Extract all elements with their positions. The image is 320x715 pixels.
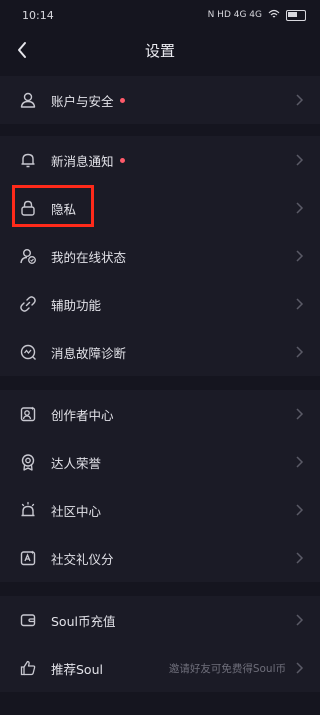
creator-icon — [18, 404, 38, 424]
battery-icon — [286, 9, 306, 21]
wifi-icon — [268, 9, 280, 22]
section-general: 新消息通知 隐私 我的在线状态 辅助功能 消息故障诊断 — [0, 136, 320, 376]
chevron-right-icon — [296, 456, 304, 468]
section-community: 创作者中心 达人荣誉 社区中心 社交礼仪分 — [0, 390, 320, 582]
settings-item-label: 隐私 — [51, 201, 77, 217]
person-icon — [18, 90, 38, 110]
status-bar: 10:14 N HD 4G 4G — [0, 0, 320, 30]
bell-icon — [18, 150, 38, 170]
invite-hint: 邀请好友可免费得Soul币 — [168, 662, 286, 675]
settings-item-privacy[interactable]: 隐私 — [0, 184, 320, 232]
lock-icon — [18, 198, 38, 218]
medal-icon — [18, 452, 38, 472]
settings-item-notifications[interactable]: 新消息通知 — [0, 136, 320, 184]
settings-item-message-diagnosis[interactable]: 消息故障诊断 — [0, 328, 320, 376]
chevron-right-icon — [296, 154, 304, 166]
settings-item-creator-center[interactable]: 创作者中心 — [0, 390, 320, 438]
chevron-right-icon — [296, 250, 304, 262]
section-account: 账户与安全 — [0, 76, 320, 124]
settings-item-label: 推荐Soul — [51, 661, 103, 677]
etiquette-icon — [18, 548, 38, 568]
status-indicators: N HD 4G 4G — [207, 10, 262, 20]
back-button[interactable] — [10, 38, 34, 62]
settings-item-accessibility[interactable]: 辅助功能 — [0, 280, 320, 328]
chevron-right-icon — [296, 298, 304, 310]
nav-bar: 设置 — [0, 30, 320, 70]
chevron-right-icon — [296, 202, 304, 214]
settings-item-label: Soul币充值 — [51, 613, 116, 629]
settings-item-community-center[interactable]: 社区中心 — [0, 486, 320, 534]
settings-item-account-security[interactable]: 账户与安全 — [0, 76, 320, 124]
status-icons: N HD 4G 4G — [208, 9, 306, 22]
status-time: 10:14 — [22, 8, 54, 22]
unread-dot — [119, 157, 125, 163]
settings-item-social-etiquette[interactable]: 社交礼仪分 — [0, 534, 320, 582]
chevron-left-icon — [18, 42, 26, 58]
chevron-right-icon — [296, 504, 304, 516]
settings-item-label: 创作者中心 — [51, 407, 114, 423]
thumb-up-icon — [18, 658, 38, 678]
online-status-icon — [18, 246, 38, 266]
settings-item-label: 我的在线状态 — [51, 249, 127, 265]
settings-item-label: 社区中心 — [51, 503, 102, 519]
settings-item-label: 账户与安全 — [51, 93, 114, 109]
settings-item-expert-honors[interactable]: 达人荣誉 — [0, 438, 320, 486]
chevron-right-icon — [296, 552, 304, 564]
chevron-right-icon — [296, 662, 304, 674]
settings-item-label: 新消息通知 — [51, 153, 114, 169]
link-icon — [18, 294, 38, 314]
settings-item-recommend-soul[interactable]: 推荐Soul 邀请好友可免费得Soul币 — [0, 644, 320, 692]
wallet-icon — [18, 610, 38, 630]
diagnose-icon — [18, 342, 38, 362]
chevron-right-icon — [296, 408, 304, 420]
settings-item-label: 消息故障诊断 — [51, 345, 127, 361]
settings-item-label: 社交礼仪分 — [51, 551, 114, 567]
settings-item-label: 达人荣誉 — [51, 455, 102, 471]
chevron-right-icon — [296, 614, 304, 626]
alarm-icon — [18, 500, 38, 520]
settings-item-soul-recharge[interactable]: Soul币充值 — [0, 596, 320, 644]
section-soul: Soul币充值 推荐Soul 邀请好友可免费得Soul币 — [0, 596, 320, 692]
chevron-right-icon — [296, 94, 304, 106]
settings-item-online-status[interactable]: 我的在线状态 — [0, 232, 320, 280]
unread-dot — [119, 97, 125, 103]
chevron-right-icon — [296, 346, 304, 358]
settings-item-label: 辅助功能 — [51, 297, 102, 313]
page-title: 设置 — [144, 41, 175, 60]
